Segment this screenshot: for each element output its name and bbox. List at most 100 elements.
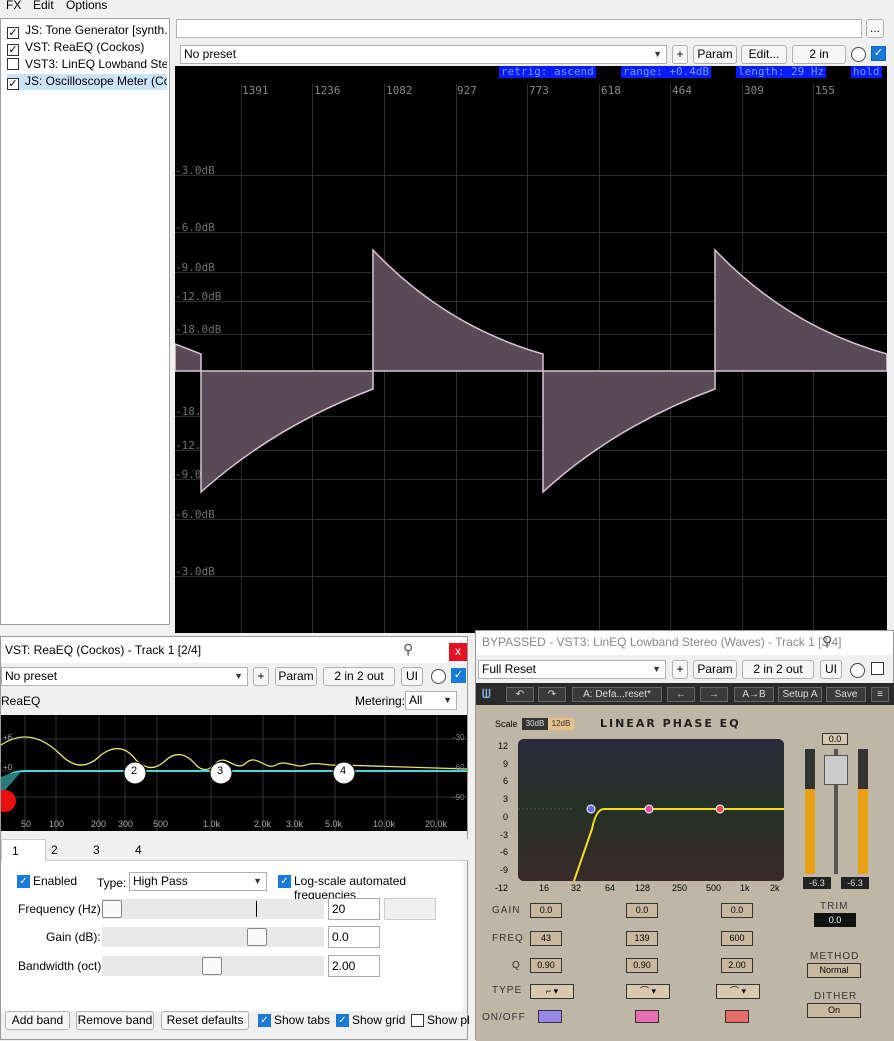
param-button[interactable]: Param [693, 660, 737, 679]
reaeq-frequency-graph[interactable]: 2 3 4 +6 +0 -30 -60 -90 50 100 200 300 5… [1, 715, 467, 831]
band-node-3[interactable]: 3 [217, 765, 223, 777]
checkbox[interactable] [7, 58, 19, 70]
param-button[interactable]: Param [275, 667, 317, 686]
y-tick: 6 [502, 776, 508, 787]
x-tick: 128 [635, 883, 651, 893]
band3-q[interactable]: 2.00 [721, 958, 753, 973]
bypass-checkbox[interactable] [871, 662, 884, 675]
io-button[interactable]: 2 in 2 out [323, 667, 395, 686]
checkbox[interactable]: ✓ [7, 78, 19, 90]
slider-thumb[interactable] [247, 928, 267, 946]
show-tabs-checkbox[interactable]: ✓ [258, 1014, 271, 1027]
trim-value[interactable]: 0.0 [814, 913, 856, 927]
tab-band-4[interactable]: 4 [135, 843, 142, 857]
band1-type-select[interactable]: ⌐ ▾ [530, 984, 574, 999]
pin-icon[interactable]: ⚲ [822, 633, 832, 650]
preset-select[interactable]: No preset ▼ [180, 45, 667, 64]
method-select[interactable]: Normal [807, 963, 861, 978]
gain-slider[interactable] [102, 927, 324, 947]
fx-item-tone-generator[interactable]: ✓ JS: Tone Generator [synth... [7, 23, 167, 39]
y-tick: 9 [502, 758, 508, 769]
filter-type-select[interactable]: High Pass ▼ [129, 872, 267, 891]
fx-item-lineq[interactable]: VST3: LinEQ Lowband Ste... [7, 57, 167, 73]
next-icon[interactable]: → [700, 687, 728, 702]
logscale-checkbox[interactable]: ✓ [278, 875, 291, 888]
add-preset-button[interactable]: + [672, 660, 688, 679]
frequency-input[interactable]: 20 [328, 898, 380, 920]
band3-type-select[interactable]: ⌒ ▾ [716, 984, 760, 999]
ui-button[interactable]: UI [820, 660, 842, 679]
param-button[interactable]: Param [693, 45, 737, 64]
band-node-4[interactable]: 4 [340, 765, 346, 777]
lineq-graph[interactable] [518, 739, 784, 881]
preset-select[interactable]: No preset ▼ [1, 667, 248, 686]
io-button[interactable]: 2 in [792, 45, 846, 64]
menu-edit[interactable]: Edit [33, 0, 54, 12]
preset-select[interactable]: Full Reset ▼ [478, 660, 666, 679]
undo-icon[interactable]: ↶ [506, 687, 534, 702]
tab-band-1[interactable]: 1 [1, 839, 46, 861]
wet-knob-icon[interactable] [850, 663, 865, 678]
bypass-checkbox[interactable]: ✓ [871, 46, 886, 61]
menu-fx[interactable]: FX [6, 0, 21, 12]
menu-icon[interactable]: ≡ [871, 687, 889, 702]
slider-thumb[interactable] [102, 900, 122, 918]
pin-icon[interactable]: ⚲ [403, 641, 413, 658]
add-preset-button[interactable]: + [253, 667, 269, 686]
slider-thumb[interactable] [202, 957, 222, 975]
compare-button[interactable]: A→B [734, 687, 774, 702]
trim-fader-thumb[interactable] [824, 755, 848, 785]
tab-band-3[interactable]: 3 [93, 843, 100, 857]
show-grid-checkbox[interactable]: ✓ [336, 1014, 349, 1027]
enabled-checkbox[interactable]: ✓ [17, 875, 30, 888]
wet-knob-icon[interactable] [431, 669, 446, 684]
scale-12db-button[interactable]: 12dB [548, 718, 574, 730]
frequency-slider[interactable] [102, 899, 324, 919]
show-phase-checkbox[interactable] [411, 1014, 424, 1027]
reset-defaults-button[interactable]: Reset defaults [161, 1011, 249, 1030]
band1-onoff-button[interactable] [538, 1010, 562, 1023]
edit-button[interactable]: Edit... [741, 45, 787, 64]
band3-freq[interactable]: 600 [721, 931, 753, 946]
band1-freq[interactable]: 43 [530, 931, 562, 946]
metering-select[interactable]: All ▼ [405, 691, 457, 710]
ui-button[interactable]: UI [401, 667, 423, 686]
band2-freq[interactable]: 139 [626, 931, 658, 946]
fx-item-reaeq[interactable]: ✓ VST: ReaEQ (Cockos) [7, 40, 167, 56]
band2-type-select[interactable]: ⌒ ▾ [626, 984, 670, 999]
checkbox[interactable]: ✓ [7, 27, 19, 39]
band2-onoff-button[interactable] [635, 1010, 659, 1023]
bandwidth-input[interactable]: 2.00 [328, 955, 380, 977]
fx-item-oscilloscope[interactable]: ✓ JS: Oscilloscope Meter (Co... [7, 74, 167, 90]
band2-gain[interactable]: 0.0 [626, 903, 658, 918]
gain-input[interactable]: 0.0 [328, 926, 380, 948]
prev-icon[interactable]: ← [667, 687, 695, 702]
io-button[interactable]: 2 in 2 out [742, 660, 814, 679]
close-button[interactable]: x [449, 643, 467, 661]
add-band-button[interactable]: Add band [5, 1011, 70, 1030]
menu-options[interactable]: Options [66, 0, 107, 12]
more-button[interactable]: ... [866, 19, 884, 38]
band-node-2[interactable]: 2 [131, 765, 137, 777]
save-button[interactable]: Save [826, 687, 866, 702]
band1-q[interactable]: 0.90 [530, 958, 562, 973]
dither-select[interactable]: On [807, 1003, 861, 1018]
band3-onoff-button[interactable] [725, 1010, 749, 1023]
remove-band-button[interactable]: Remove band [76, 1011, 154, 1030]
band1-gain[interactable]: 0.0 [530, 903, 562, 918]
scale-30db-button[interactable]: 30dB [522, 718, 548, 730]
tab-band-2[interactable]: 2 [51, 843, 58, 857]
redo-icon[interactable]: ↷ [538, 687, 566, 702]
setup-button[interactable]: Setup A [778, 687, 822, 702]
meter-left-value: -6.3 [803, 877, 831, 889]
band2-q[interactable]: 0.90 [626, 958, 658, 973]
bandwidth-slider[interactable] [102, 956, 324, 976]
preset-name[interactable]: A: Defa...reset* [572, 687, 662, 702]
y-tick: 12 [497, 741, 508, 751]
checkbox[interactable]: ✓ [7, 44, 19, 56]
wet-knob-icon[interactable] [851, 47, 866, 62]
add-preset-button[interactable]: + [672, 45, 688, 64]
bypass-checkbox[interactable]: ✓ [451, 668, 466, 683]
band3-gain[interactable]: 0.0 [721, 903, 753, 918]
plugin-description-field[interactable] [176, 19, 862, 38]
